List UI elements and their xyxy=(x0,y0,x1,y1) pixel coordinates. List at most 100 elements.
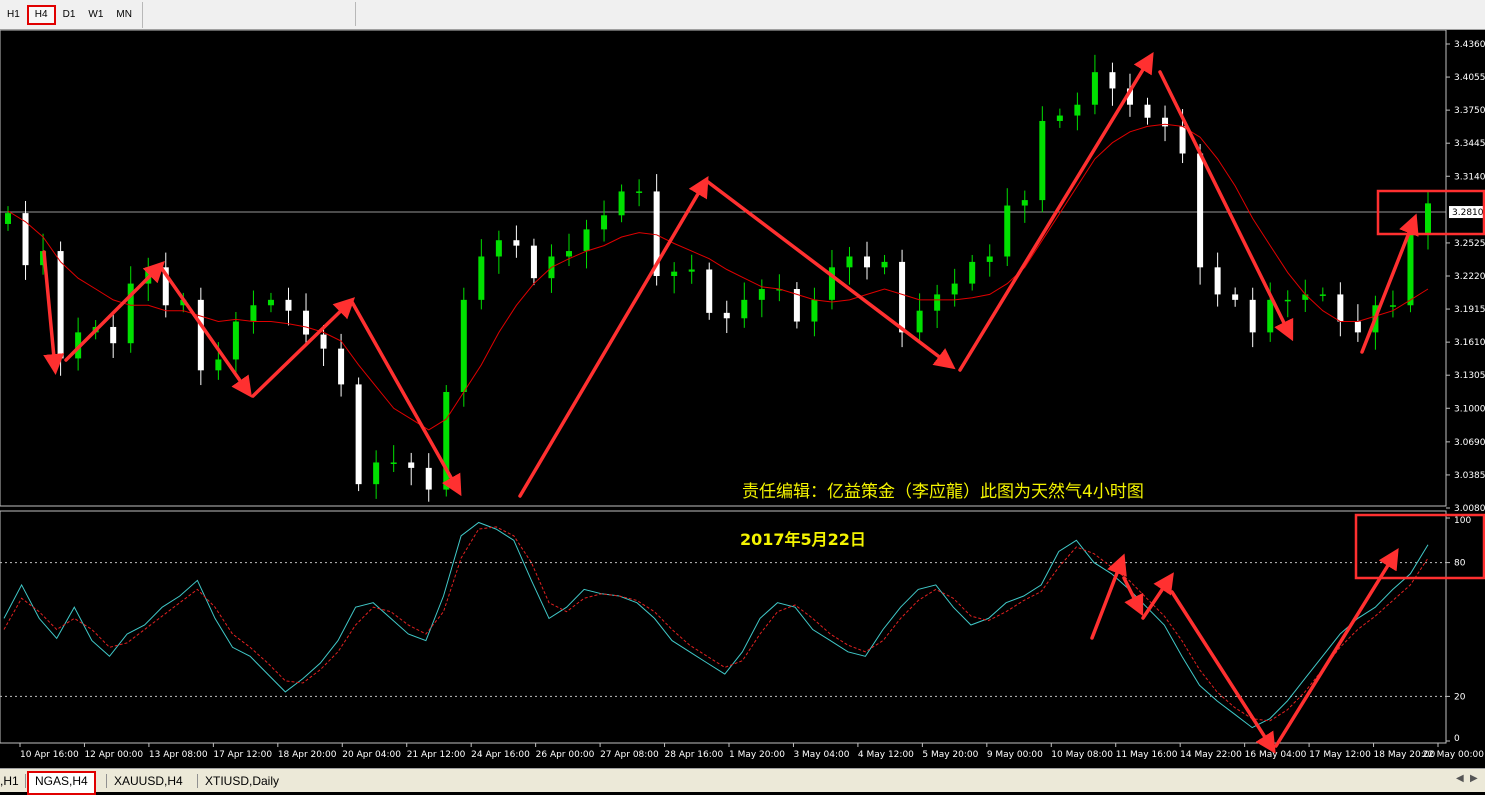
price-panel-frame xyxy=(0,30,1447,507)
candle-body xyxy=(250,305,257,322)
candle-body xyxy=(1109,72,1116,89)
time-axis-label: 17 May 12:00 xyxy=(1309,750,1371,760)
candle-body xyxy=(758,289,765,300)
time-axis-label: 10 Apr 16:00 xyxy=(20,750,79,760)
candle-body xyxy=(267,299,274,306)
candle-body xyxy=(1091,72,1098,105)
price-axis-label: 3.2525 xyxy=(1454,239,1485,249)
candle-body xyxy=(495,240,502,257)
candle-body xyxy=(408,462,415,468)
toolbar-extension xyxy=(140,2,356,26)
candle-body xyxy=(899,261,906,333)
time-axis-label: 22 May 00:00 xyxy=(1422,750,1484,760)
candle-body xyxy=(916,310,923,333)
candle-body xyxy=(846,256,853,268)
timeframe-h1-button[interactable]: H1 xyxy=(1,5,26,25)
trend-arrow xyxy=(1360,213,1419,354)
trend-arrow xyxy=(1170,590,1276,754)
candle-body xyxy=(1319,294,1326,296)
candle-body xyxy=(969,261,976,284)
candle-body xyxy=(1284,299,1291,302)
timeframe-h4-button[interactable]: H4 xyxy=(26,5,56,25)
candle-body xyxy=(601,215,608,230)
candle-body xyxy=(1074,104,1081,116)
chart-area[interactable]: 3.4360 3.4055 3.3750 3.3445 3.3140 3.2525 3.22… xyxy=(0,30,1485,768)
tab-separator xyxy=(25,774,26,788)
candle-body xyxy=(864,256,871,268)
price-axis-label: 3.2220 xyxy=(1454,272,1485,282)
tabs-scroll-right-icon[interactable]: ▶ xyxy=(1470,773,1478,784)
trend-arrow xyxy=(1122,576,1144,617)
candle-body xyxy=(881,261,888,268)
timeframe-group: H1 H4 D1 W1 MN xyxy=(0,2,143,28)
candle-body xyxy=(688,269,695,272)
price-axis-label: 3.3140 xyxy=(1454,172,1485,182)
candle-body xyxy=(723,312,730,319)
candle-body xyxy=(1389,305,1396,307)
candle-body xyxy=(1039,120,1046,201)
candle-body xyxy=(320,334,327,349)
chart-tabs-bar: ◀ ▶ ,H1 NGAS,H4 XAUUSD,H4 XTIUSD,Daily xyxy=(0,768,1485,795)
time-axis-label: 3 May 04:00 xyxy=(793,750,849,760)
chart-tab[interactable]: XAUUSD,H4 xyxy=(108,771,189,791)
candle-body xyxy=(1425,203,1431,235)
price-axis-label: 3.4055 xyxy=(1454,73,1485,83)
price-axis-label: 3.3750 xyxy=(1454,106,1485,116)
candle-body xyxy=(618,191,625,216)
timeframe-d1-button[interactable]: D1 xyxy=(57,5,82,25)
time-axis-label: 18 Apr 20:00 xyxy=(278,750,337,760)
candle-body xyxy=(583,229,590,252)
trend-arrow xyxy=(42,250,65,375)
candle-body xyxy=(57,251,64,359)
timeframe-mn-button[interactable]: MN xyxy=(110,5,138,25)
candle-body xyxy=(934,294,941,311)
stochastic-axis-label: 80 xyxy=(1454,559,1466,569)
candle-body xyxy=(706,269,713,313)
chart-caption: 责任编辑：亿益策金（李应龍）此图为天然气4小时图 xyxy=(742,482,1144,502)
time-axis-label: 14 May 22:00 xyxy=(1180,750,1242,760)
candle-body xyxy=(5,213,11,224)
chart-date-label: 2017年5月22日 xyxy=(740,530,866,549)
candle-body xyxy=(215,359,222,371)
price-axis-label: 3.3445 xyxy=(1454,139,1485,149)
candle-body xyxy=(1056,115,1063,121)
stochastic-signal-line xyxy=(3,526,1429,722)
candle-body xyxy=(530,245,537,279)
price-axis-label: 3.1305 xyxy=(1454,371,1485,381)
candle-body xyxy=(951,283,958,295)
trend-arrow xyxy=(958,52,1154,372)
candle-body xyxy=(1354,321,1361,333)
price-axis-label: 3.4360 xyxy=(1454,40,1485,50)
trend-arrow xyxy=(350,300,462,497)
chart-tab[interactable]: XTIUSD,Daily xyxy=(199,771,285,791)
candle-body xyxy=(1249,299,1256,333)
tabs-scroll-left-icon[interactable]: ◀ xyxy=(1456,773,1464,784)
candle-body xyxy=(110,326,117,344)
current-price-label: 3.2810 xyxy=(1452,208,1484,218)
chart-tab[interactable]: NGAS,H4 xyxy=(27,771,96,795)
candle-body xyxy=(1144,104,1151,118)
trend-arrow xyxy=(1274,548,1399,748)
trend-arrow xyxy=(518,175,709,498)
candle-body xyxy=(671,271,678,276)
trend-arrow xyxy=(251,297,356,398)
time-axis-label: 26 Apr 00:00 xyxy=(536,750,595,760)
candle-body xyxy=(425,467,432,490)
time-axis-label: 24 Apr 16:00 xyxy=(471,750,530,760)
stochastic-panel-frame xyxy=(0,510,1447,744)
candle-body xyxy=(513,240,520,246)
time-axis-label: 4 May 12:00 xyxy=(858,750,914,760)
timeframe-w1-button[interactable]: W1 xyxy=(82,5,109,25)
candle-body xyxy=(373,462,380,485)
price-axis-label: 3.1915 xyxy=(1454,305,1485,315)
chart-tab[interactable]: ,H1 xyxy=(0,771,25,791)
candle-body xyxy=(1232,294,1239,300)
candle-body xyxy=(986,256,993,262)
stochastic-axis-label: 0 xyxy=(1454,734,1460,744)
candle-body xyxy=(741,299,748,319)
time-axis-label: 11 May 16:00 xyxy=(1116,750,1178,760)
candle-body xyxy=(232,321,239,360)
candle-body xyxy=(390,462,397,464)
tab-separator xyxy=(106,774,107,788)
stochastic-axis-label: 20 xyxy=(1454,692,1466,702)
